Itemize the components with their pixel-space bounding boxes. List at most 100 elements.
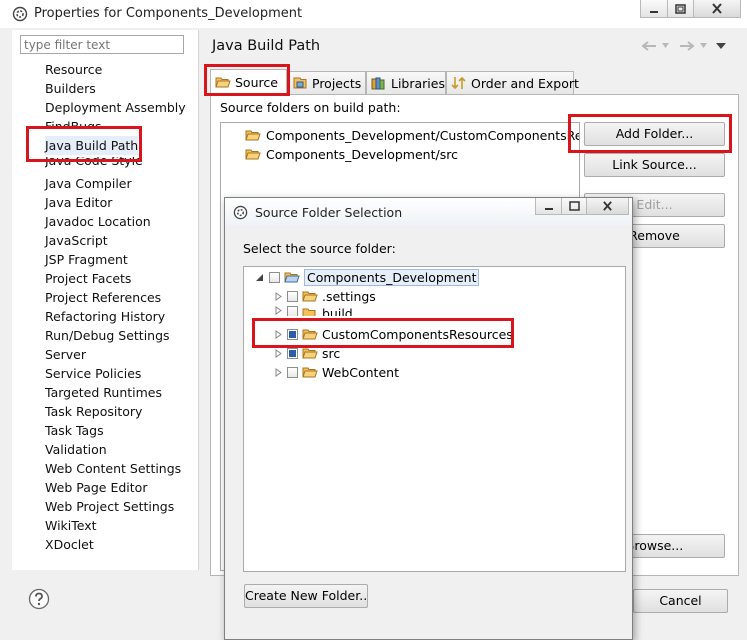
folder-icon <box>302 289 318 303</box>
nav-item-web-content-settings[interactable]: Web Content Settings <box>45 459 181 478</box>
dialog-prompt: Select the source folder: <box>243 241 396 256</box>
source-folder-selection-dialog: Source Folder Selection Select the sourc… <box>224 197 633 640</box>
nav-item-run-debug-settings[interactable]: Run/Debug Settings <box>45 326 170 345</box>
link-source-button[interactable]: Link Source... <box>584 153 725 177</box>
tree-item-checkbox[interactable] <box>287 366 298 378</box>
forward-dropdown-icon[interactable] <box>700 43 707 48</box>
highlight-source-tab <box>204 64 290 96</box>
back-arrow-icon[interactable] <box>641 41 659 51</box>
source-folder-icon <box>245 128 261 142</box>
nav-item-task-tags[interactable]: Task Tags <box>45 421 104 440</box>
list-item[interactable]: Components_Development/CustomComponentsR… <box>245 126 579 144</box>
expand-arrow-icon[interactable] <box>274 306 283 315</box>
title-bar: Properties for Components_Development <box>0 0 747 28</box>
project-folder-icon <box>284 270 300 284</box>
tree-root-row[interactable]: Components_Development <box>256 268 480 286</box>
nav-item-validation[interactable]: Validation <box>45 440 107 459</box>
tree-item-checkbox[interactable] <box>287 306 298 316</box>
nav-item-javascript[interactable]: JavaScript <box>45 231 108 250</box>
list-item[interactable]: Components_Development/src <box>245 145 458 163</box>
nav-item-javadoc-location[interactable]: Javadoc Location <box>45 212 151 231</box>
tree-item[interactable]: .settings <box>274 287 376 305</box>
window-title: Properties for Components_Development <box>34 6 303 21</box>
tree-item[interactable]: build <box>274 306 353 316</box>
page-title: Java Build Path <box>212 38 321 54</box>
dialog-title: Source Folder Selection <box>255 205 403 220</box>
folder-icon <box>302 306 318 316</box>
nav-item-deployment-assembly[interactable]: Deployment Assembly <box>45 98 186 117</box>
projects-tab-icon <box>292 76 308 90</box>
minimize-button[interactable] <box>640 0 668 18</box>
tab-order-and-export[interactable]: Order and Export <box>446 71 579 94</box>
tree-item-label: build <box>322 306 353 316</box>
nav-item-project-references[interactable]: Project References <box>45 288 161 307</box>
properties-window: Properties for Components_Development Re… <box>0 0 747 640</box>
dialog-title-bar: Source Folder Selection <box>225 198 632 226</box>
order-export-tab-icon <box>451 76 467 90</box>
nav-item-targeted-runtimes[interactable]: Targeted Runtimes <box>45 383 162 402</box>
highlight-add-folder <box>568 114 732 153</box>
minimize-icon <box>649 4 659 14</box>
nav-item-xdoclet[interactable]: XDoclet <box>45 535 94 554</box>
close-icon <box>711 3 723 14</box>
expand-arrow-icon[interactable] <box>274 367 283 377</box>
highlight-custom-components-resources <box>252 318 514 348</box>
nav-item-wikitext[interactable]: WikiText <box>45 516 97 535</box>
libraries-tab-icon <box>371 76 387 90</box>
tab-projects[interactable]: Projects <box>287 71 366 94</box>
forward-arrow-icon[interactable] <box>677 41 695 51</box>
nav-item-builders[interactable]: Builders <box>45 79 96 98</box>
close-icon <box>602 201 613 211</box>
dialog-minimize-button[interactable] <box>535 198 562 215</box>
source-folder-label: Components_Development/CustomComponentsR… <box>266 127 579 143</box>
cancel-button[interactable]: Cancel <box>633 589 728 613</box>
nav-item-java-compiler[interactable]: Java Compiler <box>45 174 132 193</box>
tree-item[interactable]: WebContent <box>274 363 399 381</box>
view-menu-icon[interactable] <box>716 43 726 49</box>
nav-item-web-project-settings[interactable]: Web Project Settings <box>45 497 174 516</box>
preference-nav-panel: Resource Builders Deployment Assembly Fi… <box>12 30 199 570</box>
source-folder-label: Components_Development/src <box>266 146 458 162</box>
help-icon[interactable] <box>28 588 50 610</box>
expand-arrow-icon[interactable] <box>274 291 283 301</box>
tab-projects-label: Projects <box>312 75 362 91</box>
create-new-folder-button[interactable]: Create New Folder... <box>244 584 368 608</box>
nav-item-java-editor[interactable]: Java Editor <box>45 193 112 212</box>
filter-input[interactable] <box>20 35 184 54</box>
maximize-icon <box>675 3 686 14</box>
nav-item-service-policies[interactable]: Service Policies <box>45 364 141 383</box>
nav-item-resource[interactable]: Resource <box>45 60 102 79</box>
dialog-maximize-button[interactable] <box>561 198 587 215</box>
nav-item-server[interactable]: Server <box>45 345 86 364</box>
tree-root-checkbox[interactable] <box>269 271 280 283</box>
nav-item-task-repository[interactable]: Task Repository <box>45 402 142 421</box>
nav-item-refactoring-history[interactable]: Refactoring History <box>45 307 165 326</box>
tab-order-and-export-label: Order and Export <box>471 75 579 91</box>
tree-item-checkbox[interactable] <box>287 347 298 359</box>
expand-arrow-icon[interactable] <box>274 348 283 358</box>
maximize-button[interactable] <box>667 0 694 18</box>
nav-item-jsp-fragment[interactable]: JSP Fragment <box>45 250 128 269</box>
folder-icon <box>302 365 318 379</box>
source-folders-label: Source folders on build path: <box>220 100 401 115</box>
tree-item-label: .settings <box>322 288 376 304</box>
eclipse-icon <box>12 6 28 22</box>
collapse-arrow-icon[interactable] <box>256 273 265 282</box>
folder-tree[interactable]: Components_Development .settings build C… <box>243 266 626 572</box>
nav-item-web-page-editor[interactable]: Web Page Editor <box>45 478 147 497</box>
dialog-close-button[interactable] <box>586 198 629 215</box>
back-dropdown-icon[interactable] <box>662 43 669 48</box>
tree-root-label: Components_Development <box>304 268 480 286</box>
minimize-icon <box>544 201 554 211</box>
tab-libraries-label: Libraries <box>391 75 445 91</box>
source-folder-icon <box>245 147 261 161</box>
tab-libraries[interactable]: Libraries <box>366 71 446 94</box>
eclipse-icon <box>233 205 248 220</box>
nav-item-project-facets[interactable]: Project Facets <box>45 269 131 288</box>
maximize-icon <box>568 201 580 211</box>
tree-item-checkbox[interactable] <box>287 290 298 302</box>
tree-item-label: WebContent <box>322 364 399 380</box>
close-window-button[interactable] <box>693 0 741 18</box>
highlight-java-build-path <box>26 126 142 162</box>
folder-icon <box>302 346 318 360</box>
